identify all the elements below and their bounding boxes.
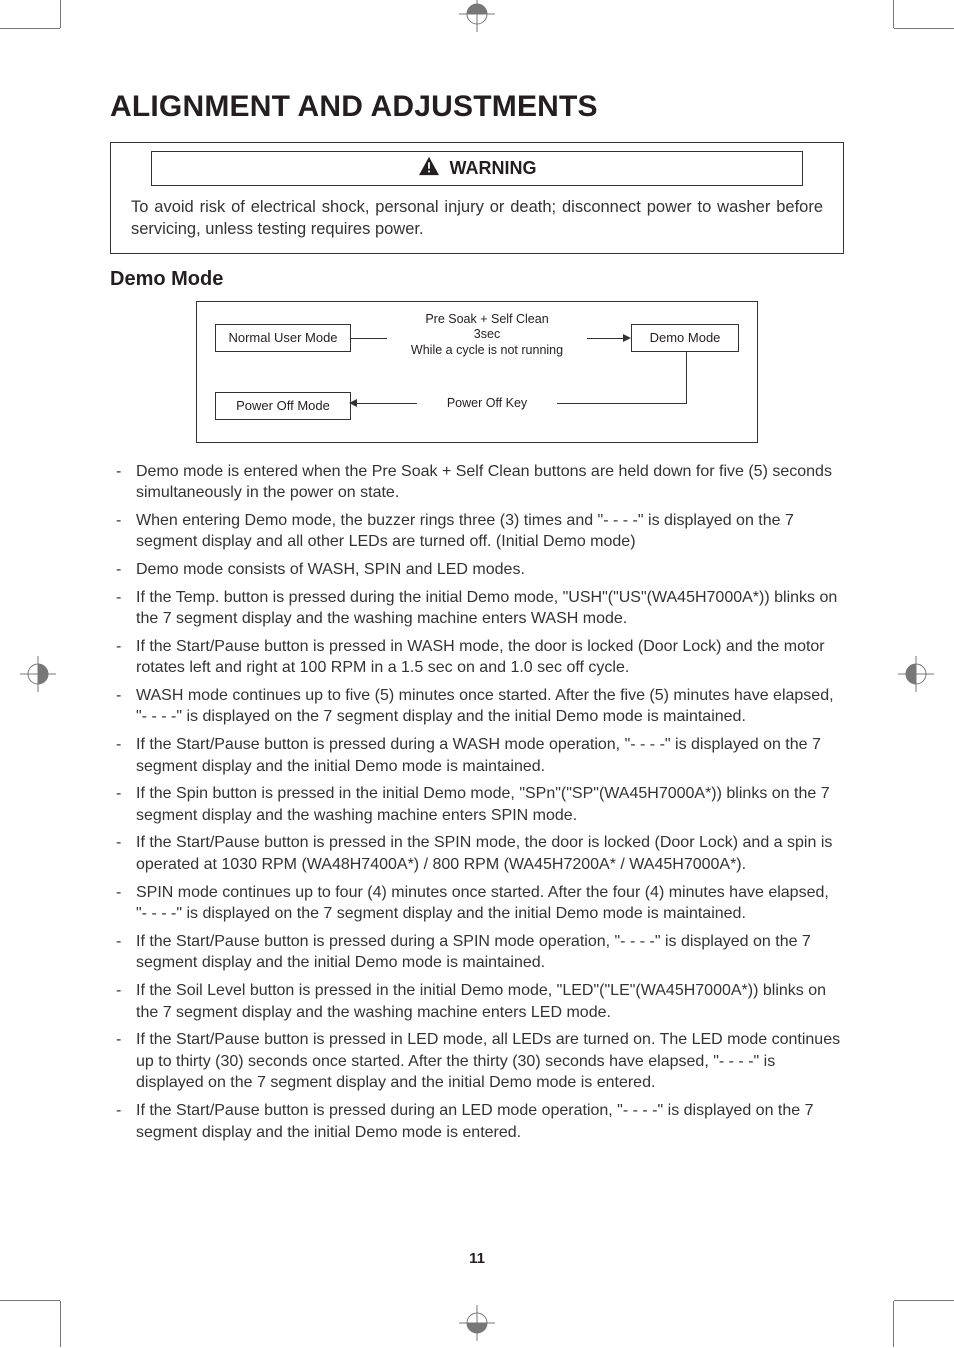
warning-label: WARNING [450, 158, 537, 179]
arrow-line [357, 403, 417, 404]
list-item: If the Start/Pause button is pressed in … [110, 832, 844, 875]
section-heading: Demo Mode [110, 268, 844, 291]
crop-mark [0, 1300, 60, 1301]
box-demo-mode: Demo Mode [631, 324, 739, 352]
content-area: ALIGNMENT AND ADJUSTMENTS WARNING To avo… [110, 90, 844, 1149]
arrow-line [557, 403, 687, 404]
diagram-top-label: Pre Soak + Self Clean 3sec While a cycle… [387, 312, 587, 359]
page: ALIGNMENT AND ADJUSTMENTS WARNING To avo… [0, 0, 954, 1347]
registration-mark-icon [896, 654, 936, 694]
list-item: If the Start/Pause button is pressed dur… [110, 734, 844, 777]
diagram-bottom-label: Power Off Key [417, 396, 557, 412]
list-item: If the Temp. button is pressed during th… [110, 587, 844, 630]
diagram-top-label-l1: Pre Soak + Self Clean [425, 312, 548, 326]
list-item: SPIN mode continues up to four (4) minut… [110, 882, 844, 925]
warning-box: WARNING To avoid risk of electrical shoc… [110, 142, 844, 254]
list-item: Demo mode is entered when the Pre Soak +… [110, 461, 844, 504]
box-power-off-mode: Power Off Mode [215, 392, 351, 420]
list-item: If the Start/Pause button is pressed dur… [110, 1100, 844, 1143]
page-title: ALIGNMENT AND ADJUSTMENTS [110, 90, 844, 124]
diagram-top-label-l3: While a cycle is not running [411, 343, 563, 357]
diagram-container: Normal User Mode Demo Mode Power Off Mod… [110, 301, 844, 443]
page-number: 11 [0, 1250, 954, 1267]
list-item: Demo mode consists of WASH, SPIN and LED… [110, 559, 844, 581]
box-normal-user-mode: Normal User Mode [215, 324, 351, 352]
list-item: If the Soil Level button is pressed in t… [110, 980, 844, 1023]
mode-diagram: Normal User Mode Demo Mode Power Off Mod… [196, 301, 758, 443]
arrow-left-icon [349, 399, 357, 407]
arrow-line [686, 352, 687, 404]
list-item: If the Spin button is pressed in the ini… [110, 783, 844, 826]
list-item: WASH mode continues up to five (5) minut… [110, 685, 844, 728]
list-item: When entering Demo mode, the buzzer ring… [110, 510, 844, 553]
list-item: If the Start/Pause button is pressed dur… [110, 931, 844, 974]
crop-mark [894, 28, 954, 29]
arrow-line [351, 338, 387, 339]
arrow-line [587, 338, 623, 339]
list-item: If the Start/Pause button is pressed in … [110, 636, 844, 679]
crop-mark [893, 0, 894, 28]
registration-mark-icon [457, 1303, 497, 1343]
registration-mark-icon [18, 654, 58, 694]
diagram-top-label-l2: 3sec [474, 327, 500, 341]
warning-triangle-icon [418, 156, 440, 181]
crop-mark [60, 1301, 61, 1347]
crop-mark [893, 1301, 894, 1347]
warning-body: To avoid risk of electrical shock, perso… [111, 192, 843, 253]
list-item: If the Start/Pause button is pressed in … [110, 1029, 844, 1094]
warning-header: WARNING [151, 151, 803, 186]
crop-mark [60, 0, 61, 28]
registration-mark-icon [457, 0, 497, 34]
bullet-list: Demo mode is entered when the Pre Soak +… [110, 461, 844, 1144]
crop-mark [894, 1300, 954, 1301]
arrow-right-icon [623, 334, 631, 342]
crop-mark [0, 28, 60, 29]
